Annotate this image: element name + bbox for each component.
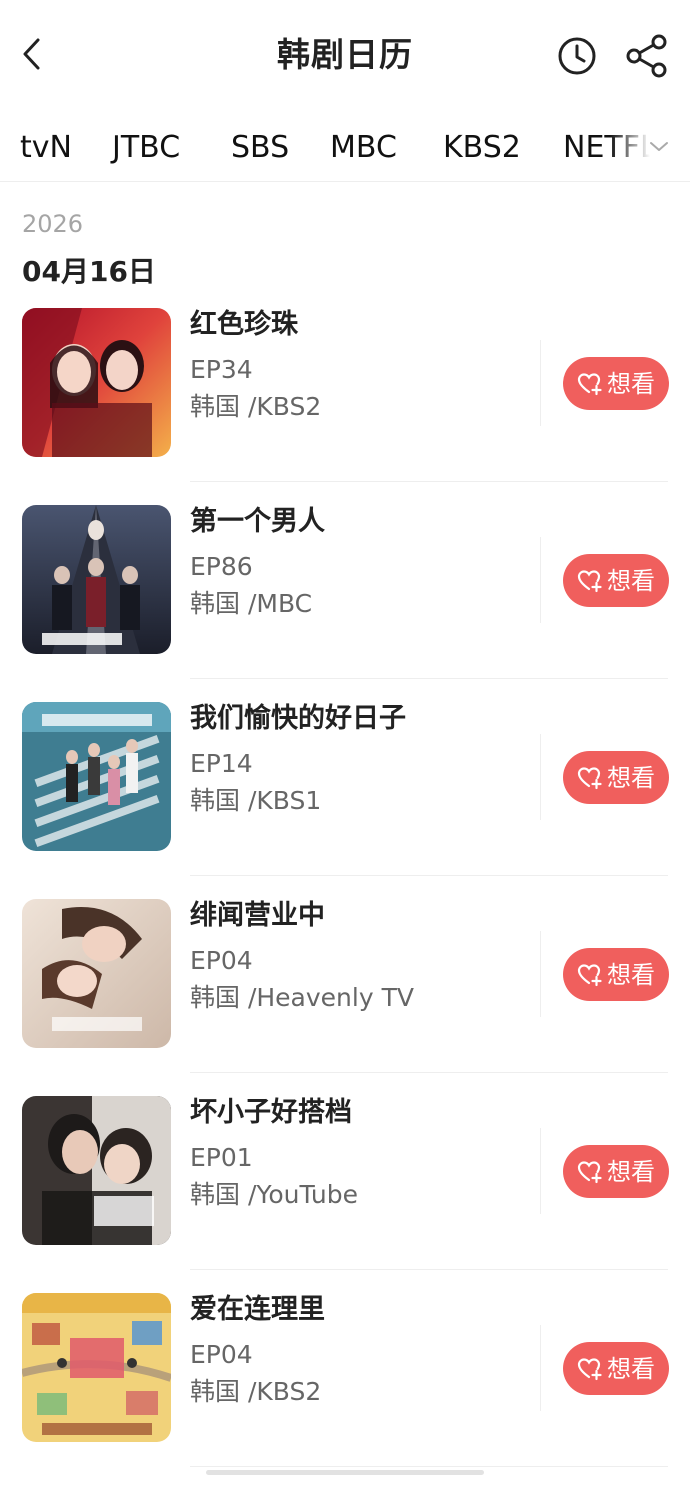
tab-sbs[interactable]: SBS [231, 128, 289, 168]
row-divider [190, 481, 668, 482]
show-title[interactable]: 我们愉快的好日子 [190, 702, 406, 736]
show-title[interactable]: 第一个男人 [190, 505, 325, 539]
row-divider [190, 678, 668, 679]
row-divider [190, 1072, 668, 1073]
show-episode: EP14 [190, 749, 253, 778]
show-episode: EP04 [190, 946, 253, 975]
want-to-watch-button[interactable]: 想看 [563, 554, 669, 607]
poster-love-village-image[interactable] [22, 1293, 171, 1442]
want-to-watch-button[interactable]: 想看 [563, 357, 669, 410]
show-origin: 韩国 /YouTube [190, 1180, 359, 1209]
poster-bad-kid-image[interactable] [22, 1096, 171, 1245]
row-divider [190, 1466, 668, 1467]
want-to-watch-label: 想看 [607, 566, 655, 595]
show-origin: 韩国 /KBS2 [190, 1377, 322, 1406]
show-title[interactable]: 绯闻营业中 [190, 899, 325, 933]
chevron-down-icon [650, 142, 668, 151]
want-to-watch-button[interactable]: 想看 [563, 1342, 669, 1395]
share-icon [626, 34, 667, 78]
show-origin: 韩国 /Heavenly TV [190, 983, 414, 1012]
divider [540, 1128, 541, 1214]
show-item[interactable]: 第一个男人 EP86 韩国 /MBC 想看 [0, 505, 690, 702]
show-origin: 韩国 /KBS2 [190, 392, 322, 421]
row-divider [190, 875, 668, 876]
tabs-expand-button[interactable] [644, 132, 674, 162]
show-origin: 韩国 /KBS1 [190, 786, 322, 815]
show-item[interactable]: 我们愉快的好日子 EP14 韩国 /KBS1 想看 [0, 702, 690, 899]
want-to-watch-label: 想看 [607, 1157, 655, 1186]
want-to-watch-button[interactable]: 想看 [563, 1145, 669, 1198]
heart-plus-icon [577, 963, 602, 986]
want-to-watch-label: 想看 [607, 369, 655, 398]
heart-plus-icon [577, 569, 602, 592]
show-episode: EP86 [190, 552, 253, 581]
divider [540, 734, 541, 820]
divider [540, 931, 541, 1017]
poster-happy-days-image[interactable] [22, 702, 171, 851]
show-title[interactable]: 红色珍珠 [190, 308, 298, 342]
want-to-watch-label: 想看 [607, 763, 655, 792]
divider [540, 1325, 541, 1411]
show-title[interactable]: 爱在连理里 [190, 1293, 325, 1327]
poster-first-man-image[interactable] [22, 505, 171, 654]
want-to-watch-button[interactable]: 想看 [563, 751, 669, 804]
want-to-watch-button[interactable]: 想看 [563, 948, 669, 1001]
tab-kbs2[interactable]: KBS2 [443, 128, 521, 168]
show-item[interactable]: 红色珍珠 EP34 韩国 /KBS2 想看 [0, 308, 690, 505]
clock-icon [558, 37, 596, 75]
tab-tvn[interactable]: tvN [20, 128, 72, 168]
heart-plus-icon [577, 766, 602, 789]
heart-plus-icon [577, 1357, 602, 1380]
want-to-watch-label: 想看 [607, 960, 655, 989]
divider [540, 537, 541, 623]
show-episode: EP34 [190, 355, 253, 384]
poster-scandal-image[interactable] [22, 899, 171, 1048]
date-label: 04月16日 [22, 255, 156, 288]
year-label: 2026 [22, 210, 84, 238]
show-item[interactable]: 绯闻营业中 EP04 韩国 /Heavenly TV 想看 [0, 899, 690, 1096]
show-episode: EP01 [190, 1143, 253, 1172]
show-origin: 韩国 /MBC [190, 589, 313, 618]
channel-tabs: tvN JTBC SBS MBC KBS2 NETFLIX [0, 118, 690, 182]
want-to-watch-label: 想看 [607, 1354, 655, 1383]
tab-jtbc[interactable]: JTBC [112, 128, 180, 168]
share-button[interactable] [622, 31, 672, 81]
divider [540, 340, 541, 426]
show-episode: EP04 [190, 1340, 253, 1369]
history-button[interactable] [555, 34, 599, 78]
show-item[interactable]: 爱在连理里 EP04 韩国 /KBS2 想看 [0, 1293, 690, 1490]
tab-mbc[interactable]: MBC [330, 128, 397, 168]
heart-plus-icon [577, 1160, 602, 1183]
show-title[interactable]: 坏小子好搭档 [190, 1096, 352, 1130]
row-divider [190, 1269, 668, 1270]
home-indicator[interactable] [206, 1470, 484, 1475]
show-item[interactable]: 坏小子好搭档 EP01 韩国 /YouTube 想看 [0, 1096, 690, 1293]
heart-plus-icon [577, 372, 602, 395]
top-bar: 韩剧日历 [0, 0, 690, 110]
poster-red-pearl-image[interactable] [22, 308, 171, 457]
